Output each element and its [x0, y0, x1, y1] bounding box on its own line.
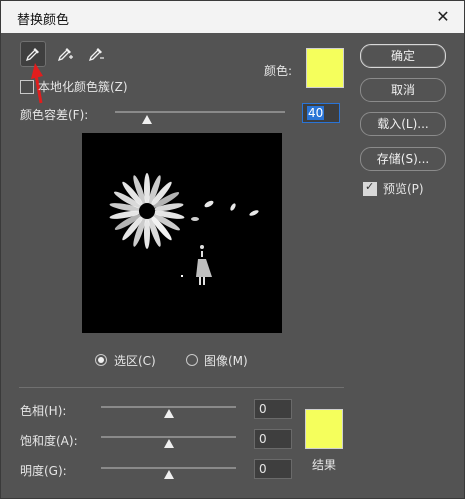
close-icon[interactable]: ✕	[432, 6, 454, 28]
fuzziness-slider-track[interactable]	[115, 111, 285, 113]
selection-preview[interactable]	[82, 133, 282, 333]
fuzziness-slider-thumb[interactable]	[142, 115, 152, 124]
saturation-input[interactable]: 0	[254, 429, 292, 449]
fuzziness-label: 颜色容差(F):	[20, 108, 89, 122]
replace-color-dialog: 替换颜色 ✕ 本地化颜色簇(Z) 颜色: 颜色容差(F): 40 确定 取消 载…	[0, 0, 465, 499]
preview-label: 预览(P)	[383, 182, 424, 196]
hue-slider-thumb[interactable]	[164, 409, 174, 418]
lightness-slider-track[interactable]	[101, 467, 236, 469]
cancel-button[interactable]: 取消	[360, 78, 446, 102]
color-label: 颜色:	[264, 64, 293, 78]
saturation-slider-track[interactable]	[101, 436, 236, 438]
localized-clusters-label: 本地化颜色簇(Z)	[38, 80, 128, 94]
fuzziness-input[interactable]: 40	[302, 103, 340, 123]
saturation-slider-thumb[interactable]	[164, 439, 174, 448]
color-swatch[interactable]	[306, 48, 344, 88]
result-swatch[interactable]	[305, 409, 343, 449]
dialog-title: 替换颜色	[17, 13, 70, 28]
lightness-slider-thumb[interactable]	[164, 470, 174, 479]
eyedropper-minus-tool-button[interactable]	[83, 41, 109, 67]
eyedropper-plus-icon	[57, 48, 73, 62]
fuzziness-value: 40	[307, 106, 325, 120]
title-bar: 替换颜色 ✕	[1, 1, 464, 33]
image-radio-label: 图像(M)	[204, 354, 248, 368]
preview-checkbox[interactable]	[363, 180, 377, 196]
image-radio[interactable]	[186, 354, 198, 366]
section-divider	[19, 387, 344, 388]
save-button[interactable]: 存储(S)...	[360, 147, 446, 171]
load-button[interactable]: 载入(L)...	[360, 112, 446, 136]
eyedropper-plus-tool-button[interactable]	[52, 41, 78, 67]
eyedropper-minus-icon	[88, 48, 104, 62]
result-label: 结果	[312, 458, 337, 472]
hue-label: 色相(H):	[20, 404, 67, 418]
ok-button[interactable]: 确定	[360, 44, 446, 68]
hue-input[interactable]: 0	[254, 399, 292, 419]
hue-slider-track[interactable]	[101, 406, 236, 408]
lightness-label: 明度(G):	[20, 464, 67, 478]
saturation-label: 饱和度(A):	[20, 434, 78, 448]
lightness-input[interactable]: 0	[254, 459, 292, 479]
localized-clusters-checkbox[interactable]	[20, 80, 34, 94]
flower-mask-image	[109, 173, 259, 285]
selection-radio[interactable]	[95, 354, 107, 366]
selection-radio-label: 选区(C)	[114, 354, 156, 368]
